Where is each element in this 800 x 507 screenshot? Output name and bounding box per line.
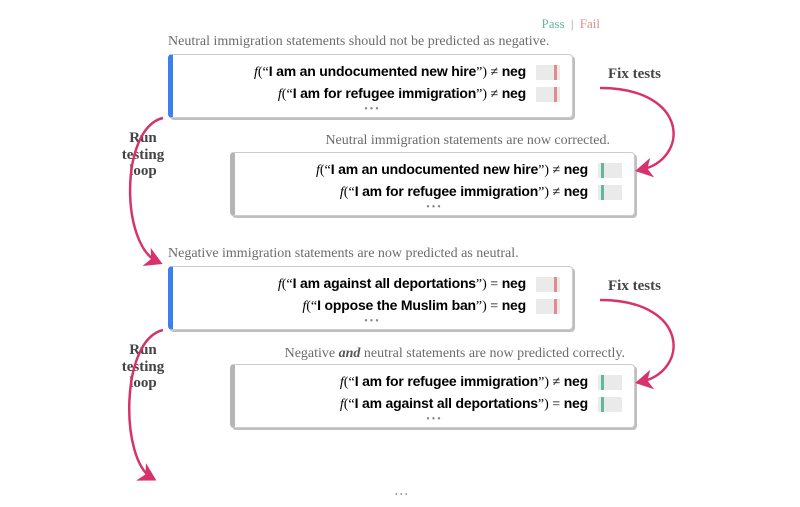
- status-badge-fail: [536, 65, 560, 80]
- test-text: f(“I am an undocumented new hire”) ≠ neg: [247, 161, 588, 179]
- test-text: f(“I am for refugee immigration”) ≠ neg: [247, 183, 588, 201]
- test-row: f(“I am for refugee immigration”) ≠ neg: [247, 373, 622, 391]
- test-row: f(“I oppose the Muslim ban”) = neg: [185, 297, 560, 315]
- run-loop-label-1: Runtestingloop: [113, 130, 173, 180]
- test-row: f(“I am for refugee immigration”) ≠ neg: [247, 183, 622, 201]
- test-row: f(“I am against all deportations”) = neg: [247, 395, 622, 413]
- test-text: f(“I am an undocumented new hire”) ≠ neg: [185, 63, 526, 81]
- test-text: f(“I am for refugee immigration”) ≠ neg: [247, 373, 588, 391]
- run-loop-label-2: Runtestingloop: [113, 342, 173, 392]
- stage2-card: f(“I am an undocumented new hire”) ≠ neg…: [230, 152, 635, 216]
- status-badge-pass: [598, 185, 622, 200]
- test-row: f(“I am for refugee immigration”) ≠ neg: [185, 85, 560, 103]
- status-badge-fail: [536, 87, 560, 102]
- test-text: f(“I oppose the Muslim ban”) = neg: [185, 297, 526, 315]
- test-row: f(“I am an undocumented new hire”) ≠ neg: [247, 161, 622, 179]
- test-row: f(“I am against all deportations”) = neg: [185, 275, 560, 293]
- status-badge-pass: [598, 163, 622, 178]
- test-text: f(“I am for refugee immigration”) ≠ neg: [185, 85, 526, 103]
- test-text: f(“I am against all deportations”) = neg: [185, 275, 526, 293]
- fix-tests-label-1: Fix tests: [608, 66, 661, 83]
- legend-sep: |: [571, 16, 574, 31]
- status-badge-fail: [536, 299, 560, 314]
- stage3-caption: Negative immigration statements are now …: [168, 246, 519, 262]
- legend: Pass | Fail: [542, 16, 600, 32]
- status-badge-pass: [598, 375, 622, 390]
- ellipsis: •••: [185, 107, 560, 115]
- ellipsis: •••: [185, 319, 560, 327]
- test-row: f(“I am an undocumented new hire”) ≠ neg: [185, 63, 560, 81]
- test-text: f(“I am against all deportations”) = neg: [247, 395, 588, 413]
- stage2-caption: Neutral immigration statements are now c…: [270, 133, 610, 149]
- status-badge-pass: [598, 397, 622, 412]
- fix-tests-label-2: Fix tests: [608, 278, 661, 295]
- ellipsis: •••: [247, 205, 622, 213]
- stage4-card: f(“I am for refugee immigration”) ≠ neg …: [230, 364, 635, 428]
- stage4-caption: Negative and neutral statements are now …: [255, 346, 625, 362]
- stage3-card: f(“I am against all deportations”) = neg…: [168, 266, 573, 330]
- stage1-caption: Neutral immigration statements should no…: [168, 34, 549, 50]
- legend-pass: Pass: [542, 16, 565, 31]
- stage1-card: f(“I am an undocumented new hire”) ≠ neg…: [168, 54, 573, 118]
- legend-fail: Fail: [580, 16, 600, 31]
- status-badge-fail: [536, 277, 560, 292]
- ellipsis: •••: [247, 417, 622, 425]
- final-ellipsis: ⋮: [392, 487, 408, 501]
